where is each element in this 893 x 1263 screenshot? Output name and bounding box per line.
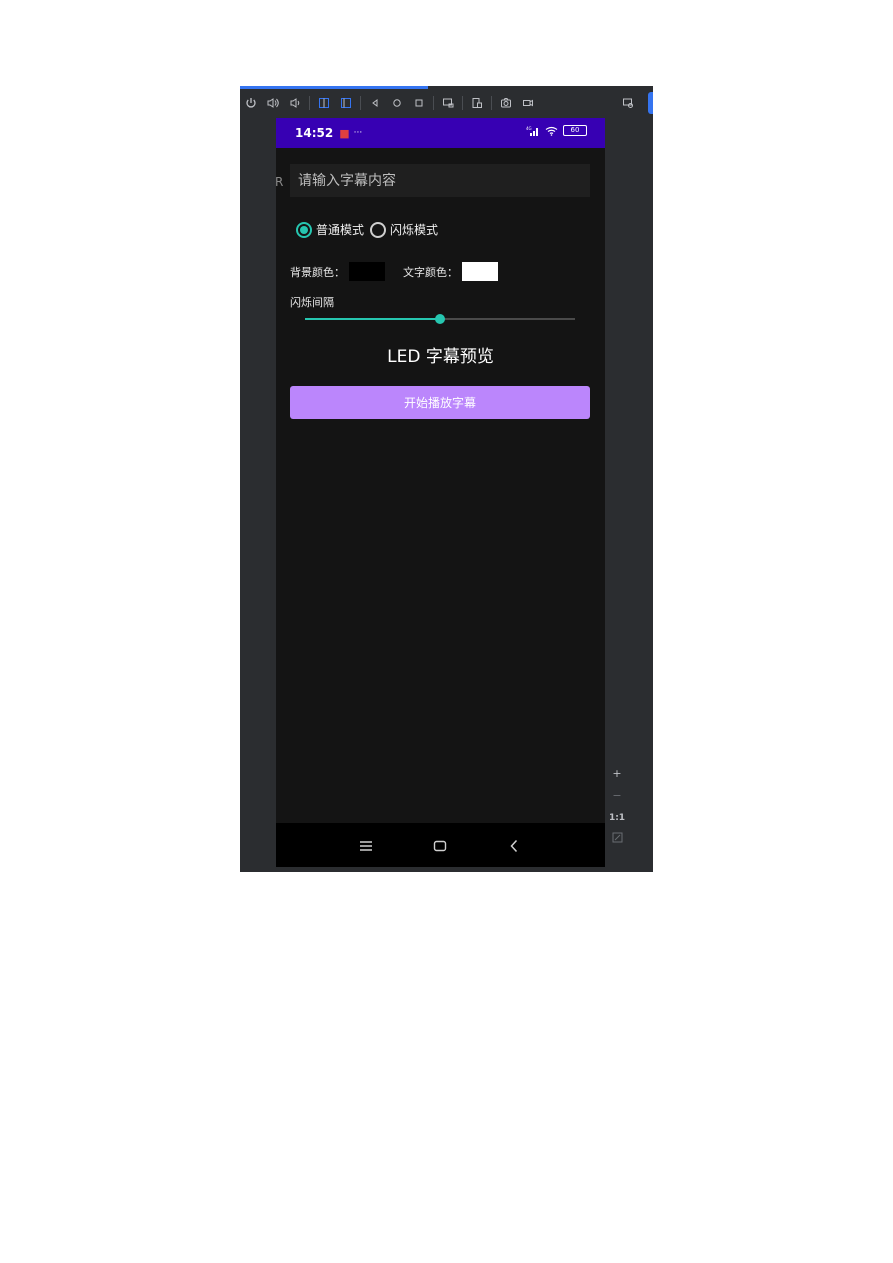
bg-color-label: 背景颜色： bbox=[290, 265, 345, 279]
signal-icon: 4G bbox=[526, 126, 538, 136]
status-time: 14:52 bbox=[295, 126, 334, 140]
fold-icon[interactable] bbox=[437, 92, 459, 114]
mode-option-blink[interactable]: 闪烁模式 bbox=[370, 221, 438, 238]
text-color-swatch[interactable] bbox=[462, 262, 498, 281]
emulator-toolbar bbox=[240, 89, 653, 117]
bg-color-swatch[interactable] bbox=[349, 262, 385, 281]
volume-up-icon[interactable] bbox=[262, 92, 284, 114]
zoom-1to1-button[interactable]: 1:1 bbox=[606, 807, 628, 829]
back-nav-icon[interactable] bbox=[504, 836, 524, 856]
toolbar-separator bbox=[491, 96, 492, 110]
start-play-button[interactable]: 开始播放字幕 bbox=[290, 386, 590, 419]
back-icon[interactable] bbox=[364, 92, 386, 114]
rotate-right-icon[interactable] bbox=[335, 92, 357, 114]
home-nav-icon[interactable] bbox=[430, 836, 450, 856]
led-preview-text: LED 字幕预览 bbox=[387, 347, 494, 367]
text-color-label: 文字颜色： bbox=[403, 265, 458, 279]
mode-option-normal[interactable]: 普通模式 bbox=[296, 221, 364, 238]
mode-option-label: 普通模式 bbox=[316, 223, 365, 237]
screenshot-camera-icon[interactable] bbox=[495, 92, 517, 114]
zoom-in-button[interactable]: + bbox=[606, 763, 628, 785]
overview-icon[interactable] bbox=[408, 92, 430, 114]
more-notifications-indicator: ··· bbox=[353, 128, 363, 138]
screen-record-icon[interactable] bbox=[517, 92, 539, 114]
zoom-tools: + − 1:1 bbox=[606, 763, 628, 851]
status-icons: 4G 60 bbox=[526, 125, 587, 136]
rotate-left-icon[interactable] bbox=[313, 92, 335, 114]
zoom-out-button[interactable]: − bbox=[606, 785, 628, 807]
fit-screen-icon[interactable] bbox=[606, 829, 628, 851]
toolbar-separator bbox=[309, 96, 310, 110]
mode-radio-group: 普通模式 闪烁模式 bbox=[296, 221, 444, 238]
svg-text:4G: 4G bbox=[526, 126, 532, 131]
app-notification-icon: ■ bbox=[339, 126, 350, 140]
mode-option-label: 闪烁模式 bbox=[390, 223, 439, 237]
slider-fill bbox=[305, 318, 440, 320]
subtitle-input[interactable] bbox=[290, 164, 590, 197]
radio-checked-icon[interactable] bbox=[296, 221, 312, 238]
blink-interval-slider[interactable] bbox=[305, 313, 575, 325]
radio-unchecked-icon[interactable] bbox=[370, 221, 387, 238]
battery-icon: 60 bbox=[563, 125, 587, 136]
home-icon[interactable] bbox=[386, 92, 408, 114]
navigation-bar bbox=[276, 823, 605, 867]
color-settings-row: 背景颜色： 文字颜色： bbox=[290, 262, 498, 281]
phone-screen: 14:52 ■ ··· 4G 60 R 普通模式 闪烁模式 背景颜色： 文字颜色… bbox=[276, 118, 605, 867]
blink-interval-label: 闪烁间隔 bbox=[290, 296, 334, 309]
clipped-edge-text: R bbox=[276, 175, 284, 189]
toolbar-separator bbox=[433, 96, 434, 110]
toolbar-separator bbox=[360, 96, 361, 110]
device-icon[interactable] bbox=[466, 92, 488, 114]
side-tab-edge[interactable] bbox=[648, 92, 653, 114]
wifi-icon bbox=[545, 126, 558, 136]
toolbar-separator bbox=[462, 96, 463, 110]
device-mirror-icon[interactable] bbox=[617, 92, 639, 114]
status-bar: 14:52 ■ ··· 4G 60 bbox=[276, 118, 605, 148]
slider-thumb[interactable] bbox=[435, 314, 445, 324]
menu-icon[interactable] bbox=[356, 836, 376, 856]
volume-down-icon[interactable] bbox=[284, 92, 306, 114]
power-icon[interactable] bbox=[240, 92, 262, 114]
